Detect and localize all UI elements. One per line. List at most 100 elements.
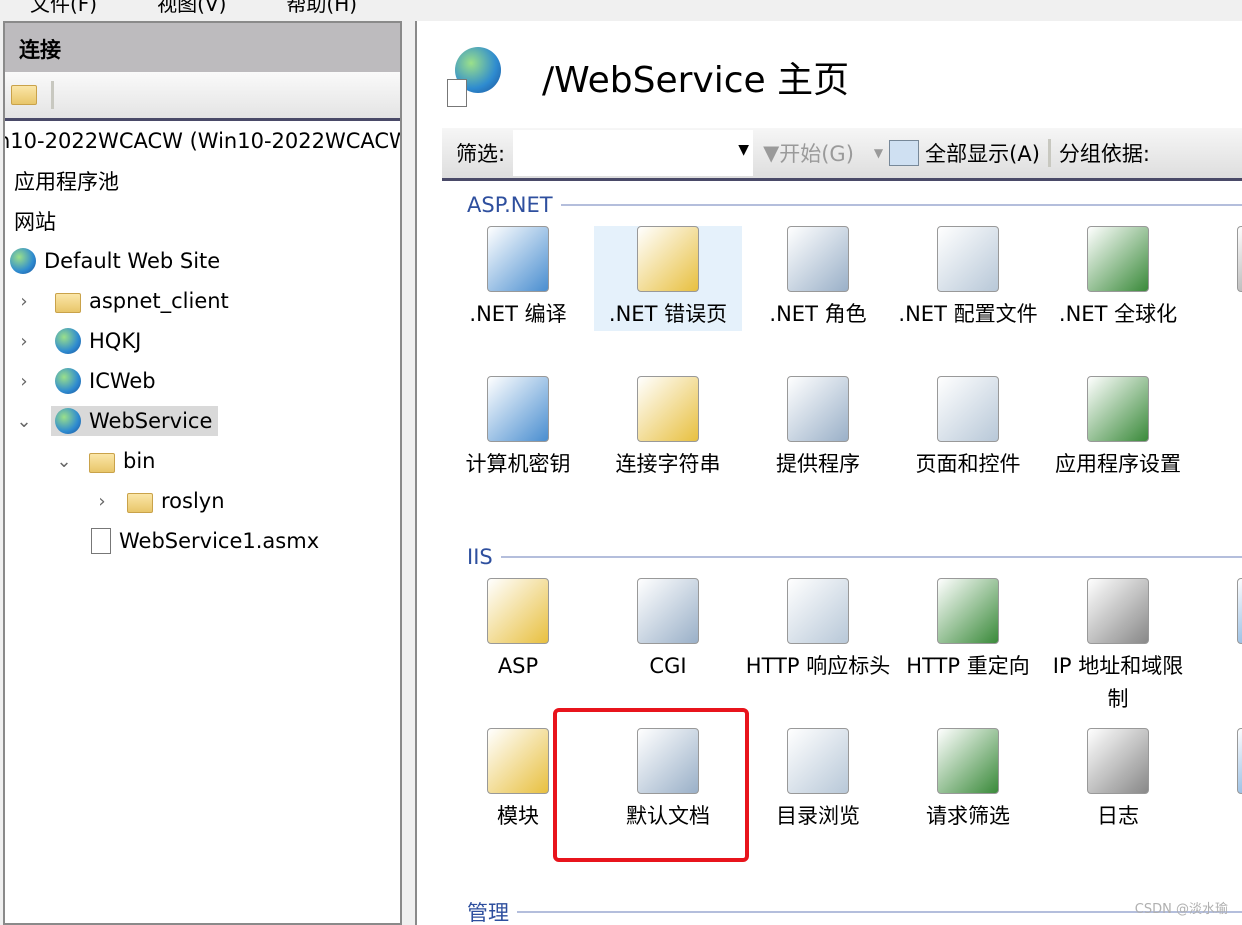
feature-icon xyxy=(1237,728,1242,794)
feature-item[interactable]: .NET 配置文件 xyxy=(894,226,1042,331)
feature-item[interactable]: HTTP 响应标头 xyxy=(744,578,892,683)
feature-item[interactable]: MIM xyxy=(1194,578,1242,683)
section-header[interactable]: 管理 xyxy=(467,897,1242,925)
filter-input[interactable]: ▼ xyxy=(513,130,754,176)
connections-toolbar xyxy=(5,72,400,121)
menu-view[interactable]: 视图(V) xyxy=(157,0,226,16)
section-header[interactable]: IIS xyxy=(467,545,1242,569)
collapse-icon[interactable]: ⌄ xyxy=(15,411,33,432)
tree-item-app-pools[interactable]: 应用程序池 xyxy=(14,163,119,199)
feature-label: .NET 编译 xyxy=(469,302,567,326)
tree-label: WebService xyxy=(89,409,213,433)
filter-bar: 筛选: ▼ ▼ 开始(G) ▼ 全部显示(A) 分组依据: xyxy=(442,128,1242,181)
feature-icon xyxy=(1237,226,1242,292)
tree-label: aspnet_client xyxy=(89,289,229,313)
website-globe-icon xyxy=(10,248,36,274)
connections-title: 连接 xyxy=(5,23,400,72)
feature-item[interactable]: HTTP 重定向 xyxy=(894,578,1042,683)
feature-label: 提供程序 xyxy=(776,452,860,476)
collapse-icon[interactable]: ⌄ xyxy=(55,451,73,472)
tree-item-hqkj[interactable]: › HQKJ xyxy=(15,323,141,359)
toolbar-separator xyxy=(1047,139,1051,167)
feature-item[interactable]: .NET 全球化 xyxy=(1044,226,1192,331)
section-title: ASP.NET xyxy=(467,193,553,217)
feature-item[interactable]: 页面和控件 xyxy=(894,376,1042,481)
feature-icon xyxy=(1087,376,1149,442)
tree-item-roslyn[interactable]: › roslyn xyxy=(93,483,225,519)
feature-icon xyxy=(787,376,849,442)
feature-item[interactable]: 计算机密钥 xyxy=(444,376,592,481)
feature-item[interactable]: 连接字符串 xyxy=(594,376,742,481)
go-button[interactable]: 开始(G) xyxy=(779,138,854,168)
feature-icon xyxy=(937,376,999,442)
feature-icon xyxy=(787,578,849,644)
feature-label: 日志 xyxy=(1097,804,1139,828)
feature-item[interactable]: 目录浏览 xyxy=(744,728,892,833)
tree-label: n10-2022WCACW (Win10-2022WCACW\Administr… xyxy=(3,129,400,153)
tree-label: roslyn xyxy=(161,489,225,513)
web-app-icon xyxy=(55,368,81,394)
feature-item[interactable]: 应用程序设置 xyxy=(1044,376,1192,481)
feature-item[interactable]: 提供程序 xyxy=(744,376,892,481)
feature-item[interactable]: .NET xyxy=(1194,226,1242,331)
menu-bar: 文件(F) 视图(V) 帮助(H) xyxy=(0,0,357,16)
feature-label: 页面和控件 xyxy=(915,452,1021,476)
feature-icon xyxy=(637,578,699,644)
file-icon xyxy=(91,528,111,554)
tree-item-aspnet-client[interactable]: › aspnet_client xyxy=(15,283,229,319)
feature-icon xyxy=(937,728,999,794)
feature-label: 计算机密钥 xyxy=(465,452,571,476)
feature-item[interactable]: CGI xyxy=(594,578,742,683)
tree-item-webservice1-asmx[interactable]: WebService1.asmx xyxy=(91,523,319,559)
dropdown-arrow-icon[interactable]: ▼ xyxy=(738,142,749,158)
feature-item[interactable]: 请求筛选 xyxy=(894,728,1042,833)
feature-label: 应用程序设置 xyxy=(1055,452,1181,476)
feature-label: 目录浏览 xyxy=(776,804,860,828)
menu-help[interactable]: 帮助(H) xyxy=(286,0,357,16)
feature-label: MIM xyxy=(1194,650,1242,683)
tree-label: 应用程序池 xyxy=(14,170,119,194)
tree-label: ICWeb xyxy=(89,369,156,393)
feature-label: 请求筛选 xyxy=(926,804,1010,828)
feature-label: .NET 错误页 xyxy=(608,302,728,326)
show-all-button[interactable]: 全部显示(A) xyxy=(925,138,1040,168)
webservice-globe-icon xyxy=(447,47,503,107)
web-app-icon xyxy=(55,408,81,434)
expand-icon[interactable]: › xyxy=(93,491,111,512)
expand-icon[interactable]: › xyxy=(15,371,33,392)
feature-item[interactable]: .NET 编译 xyxy=(444,226,592,331)
go-dropdown-icon[interactable]: ▼ xyxy=(874,146,883,160)
tree-label: HQKJ xyxy=(89,329,142,353)
feature-item[interactable]: 身 xyxy=(1194,728,1242,833)
watermark: CSDN @淡水瑜 xyxy=(1134,902,1228,917)
feature-icon xyxy=(487,728,549,794)
tree-item-webservice[interactable]: ⌄ WebService xyxy=(15,403,219,439)
feature-icon xyxy=(787,728,849,794)
feature-item[interactable]: ASP xyxy=(444,578,592,683)
tree-item-sites[interactable]: 网站 xyxy=(14,203,56,239)
section-header[interactable]: ASP.NET xyxy=(467,193,1242,217)
tree-item-icweb[interactable]: › ICWeb xyxy=(15,363,156,399)
feature-icon xyxy=(487,226,549,292)
section-divider xyxy=(517,911,1242,913)
tree-item-server[interactable]: n10-2022WCACW (Win10-2022WCACW\Administr… xyxy=(3,123,400,159)
feature-icon xyxy=(637,226,699,292)
feature-icon xyxy=(1087,728,1149,794)
tree-item-bin[interactable]: ⌄ bin xyxy=(55,443,155,479)
connect-icon[interactable] xyxy=(11,85,37,105)
feature-label: CGI xyxy=(649,654,687,678)
tree-label: Default Web Site xyxy=(44,249,221,273)
feature-item[interactable]: .NET 角色 xyxy=(744,226,892,331)
feature-item[interactable]: IP 地址和域限制 xyxy=(1044,578,1192,716)
tree-label: 网站 xyxy=(14,210,56,234)
expand-icon[interactable]: › xyxy=(15,291,33,312)
expand-icon[interactable]: › xyxy=(15,331,33,352)
group-by-label: 分组依据: xyxy=(1058,142,1150,166)
section-divider xyxy=(500,556,1242,558)
feature-item[interactable]: 日志 xyxy=(1044,728,1192,833)
tree-item-default-web-site[interactable]: Default Web Site xyxy=(10,243,220,279)
menu-file[interactable]: 文件(F) xyxy=(30,0,97,16)
show-all-icon xyxy=(889,140,920,166)
feature-item[interactable]: .NET 错误页 xyxy=(594,226,742,331)
folder-icon xyxy=(89,453,115,473)
